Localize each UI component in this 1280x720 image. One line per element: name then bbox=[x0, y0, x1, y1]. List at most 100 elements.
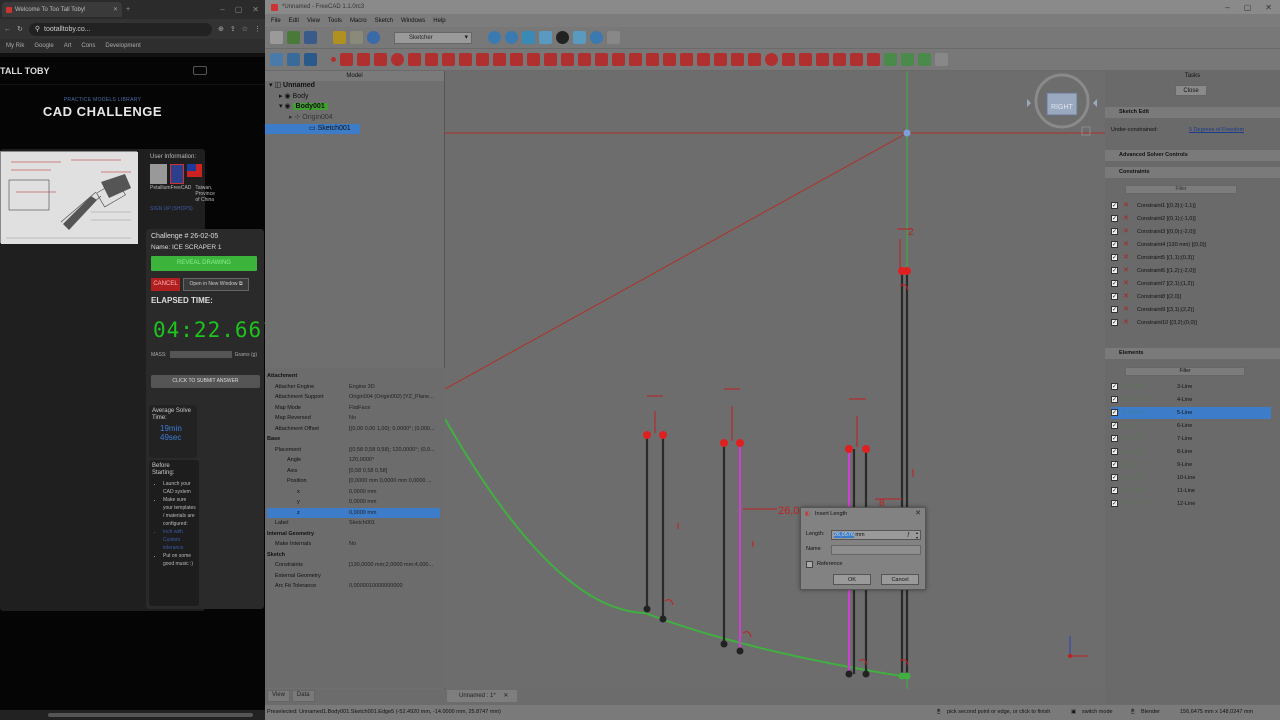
open-new-window-button[interactable]: Open in New Window ⧉ bbox=[183, 278, 249, 291]
sketch-lines[interactable] bbox=[645, 271, 904, 675]
symmetric-icon[interactable] bbox=[748, 53, 761, 66]
horizontal-icon[interactable] bbox=[646, 53, 659, 66]
property-row[interactable]: Axis [0,58 0,58 0,58] bbox=[267, 466, 440, 476]
constraint-checkbox[interactable] bbox=[1111, 317, 1118, 329]
scrollbar-thumb[interactable] bbox=[48, 713, 253, 717]
constraint-checkbox[interactable] bbox=[1111, 239, 1118, 251]
workbench-selector[interactable]: Sketcher bbox=[394, 31, 472, 44]
solver-header[interactable]: Advanced Solver Controls bbox=[1105, 150, 1280, 161]
line-icon[interactable] bbox=[340, 53, 353, 66]
close-window-icon[interactable]: ✕ bbox=[1265, 3, 1272, 12]
property-category[interactable]: Attachment bbox=[267, 371, 440, 381]
cancel-button[interactable]: Cancel bbox=[881, 574, 919, 585]
constraint-row[interactable]: ✕ Constraint1 [(0,3);(-1,1)] bbox=[1111, 200, 1271, 212]
nav-style-icon[interactable]: 🖱 bbox=[1131, 705, 1134, 720]
reveal-drawing-button[interactable]: REVEAL DRAWING bbox=[151, 256, 257, 271]
constraint-checkbox[interactable] bbox=[1111, 252, 1118, 264]
property-row[interactable]: Make Internals No bbox=[267, 539, 440, 549]
standard-views-icon[interactable] bbox=[522, 31, 535, 44]
constraints-filter[interactable]: Filter bbox=[1125, 185, 1237, 194]
property-category[interactable]: Internal Geometry bbox=[267, 529, 440, 539]
bottom-vertices[interactable] bbox=[643, 605, 870, 678]
close-button[interactable]: Close bbox=[1175, 85, 1207, 96]
property-row[interactable]: Placement [(0,58 0,58 0,58); 120,0000°; (… bbox=[267, 445, 440, 455]
sketch-canvas[interactable]: 26,0... 8 2 RIGHT bbox=[445, 71, 1105, 689]
maximize-icon[interactable]: ▢ bbox=[1244, 3, 1252, 12]
property-row[interactable]: Position [0,0000 mm 0,0000 mm 0,0000 ... bbox=[267, 476, 440, 486]
coincident-icon[interactable] bbox=[629, 53, 642, 66]
minimize-icon[interactable]: – bbox=[1225, 3, 1229, 12]
tangent-icon[interactable] bbox=[714, 53, 727, 66]
element-checkbox[interactable] bbox=[1111, 433, 1118, 445]
element-checkbox[interactable] bbox=[1111, 472, 1118, 484]
hamburger-menu-icon[interactable] bbox=[193, 66, 207, 75]
element-row[interactable]: ⟋ ⟋ ⟋ ⟋ 8-Line bbox=[1111, 446, 1271, 458]
vertex-points[interactable] bbox=[643, 267, 911, 453]
menu-file[interactable]: File bbox=[271, 18, 281, 24]
block-icon[interactable] bbox=[765, 53, 778, 66]
new-file-icon[interactable] bbox=[270, 31, 283, 44]
elements-header[interactable]: Elements bbox=[1105, 348, 1280, 359]
perpendicular-icon[interactable] bbox=[697, 53, 710, 66]
element-checkbox[interactable] bbox=[1111, 446, 1118, 458]
leave-sketch-icon[interactable] bbox=[270, 53, 283, 66]
element-row[interactable]: ⟋ ⟋ ⟋ ⟋ 4-Line bbox=[1111, 394, 1271, 406]
reference-checkbox[interactable] bbox=[806, 561, 813, 568]
dof-link[interactable]: 5 Degrees of Freedom bbox=[1189, 127, 1244, 133]
menu-edit[interactable]: Edit bbox=[289, 18, 299, 24]
expand-arrow-icon[interactable]: ▾ bbox=[269, 82, 273, 89]
constraint-checkbox[interactable] bbox=[1111, 226, 1118, 238]
menu-view[interactable]: View bbox=[307, 18, 320, 24]
undo-icon[interactable] bbox=[333, 31, 346, 44]
dimension-label[interactable]: 2 bbox=[908, 227, 914, 238]
element-checkbox[interactable] bbox=[1111, 407, 1118, 419]
equal-icon[interactable] bbox=[731, 53, 744, 66]
axonometric-icon[interactable] bbox=[539, 31, 552, 44]
property-row[interactable]: Map Reversed No bbox=[267, 413, 440, 423]
dimension-marks[interactable] bbox=[647, 228, 914, 666]
expand-arrow-icon[interactable]: ▸ bbox=[279, 93, 283, 100]
constraint-checkbox[interactable] bbox=[1111, 278, 1118, 290]
zoom-icon[interactable]: ⊕ bbox=[218, 25, 224, 33]
navigation-cube[interactable]: RIGHT bbox=[1027, 73, 1097, 136]
status-nav-style[interactable]: Blender bbox=[1141, 705, 1160, 720]
browser-horizontal-scrollbar[interactable] bbox=[0, 710, 265, 720]
parallel-icon[interactable] bbox=[680, 53, 693, 66]
name-input[interactable] bbox=[831, 545, 921, 555]
rectangle-icon[interactable] bbox=[442, 53, 455, 66]
element-row[interactable]: ⟋ ⟋ ⟋ ⟋ 10-Line bbox=[1111, 472, 1271, 484]
property-row[interactable]: z 0,0000 mm bbox=[267, 507, 440, 518]
element-checkbox[interactable] bbox=[1111, 485, 1118, 497]
property-row[interactable]: Label Sketch001 bbox=[267, 518, 440, 528]
element-row[interactable]: ⟋ ⟋ ⟋ ⟋ 3-Line bbox=[1111, 381, 1271, 393]
share-icon[interactable]: ⇪ bbox=[230, 25, 236, 33]
element-row[interactable]: ⟋ ⟋ ⟋ ⟋ 5-Line bbox=[1111, 407, 1271, 419]
browser-tab[interactable]: Welcome To Too Tall Toby! ✕ bbox=[2, 2, 122, 17]
elements-filter[interactable]: Filter bbox=[1125, 367, 1245, 376]
vertex-green[interactable] bbox=[903, 672, 911, 680]
fit-selection-icon[interactable] bbox=[505, 31, 518, 44]
constraint-row[interactable]: ✕ Constraint7 [(2,1);(1,2)] bbox=[1111, 278, 1271, 290]
element-checkbox[interactable] bbox=[1111, 394, 1118, 406]
bspline-icon[interactable] bbox=[425, 53, 438, 66]
polygon-icon[interactable] bbox=[459, 53, 472, 66]
save-icon[interactable] bbox=[304, 31, 317, 44]
bookmark-star-icon[interactable]: ☆ bbox=[242, 25, 248, 33]
property-row[interactable]: Arc Fit Tolerance 0,0000010000000000 bbox=[267, 581, 440, 591]
element-row[interactable]: ⟋ ⟋ ⟋ ⟋ 7-Line bbox=[1111, 433, 1271, 445]
tree-item-body[interactable]: ▸ ◉ Body bbox=[279, 92, 309, 102]
close-window-icon[interactable]: ✕ bbox=[252, 5, 259, 14]
circle-icon[interactable] bbox=[391, 53, 404, 66]
arc-icon[interactable] bbox=[374, 53, 387, 66]
tab-data[interactable]: Data bbox=[291, 690, 315, 702]
vertical-icon[interactable] bbox=[663, 53, 676, 66]
draw-style-icon[interactable] bbox=[556, 31, 569, 44]
visibility-eye-icon[interactable]: ◉ bbox=[284, 103, 290, 110]
bookmark-item[interactable]: Google bbox=[34, 43, 53, 49]
polyline-icon[interactable] bbox=[357, 53, 370, 66]
constraint-checkbox[interactable] bbox=[1111, 291, 1118, 303]
angle-icon[interactable] bbox=[850, 53, 863, 66]
radius-icon[interactable] bbox=[833, 53, 846, 66]
lock-icon[interactable] bbox=[799, 53, 812, 66]
reload-icon[interactable]: ↻ bbox=[17, 25, 23, 33]
